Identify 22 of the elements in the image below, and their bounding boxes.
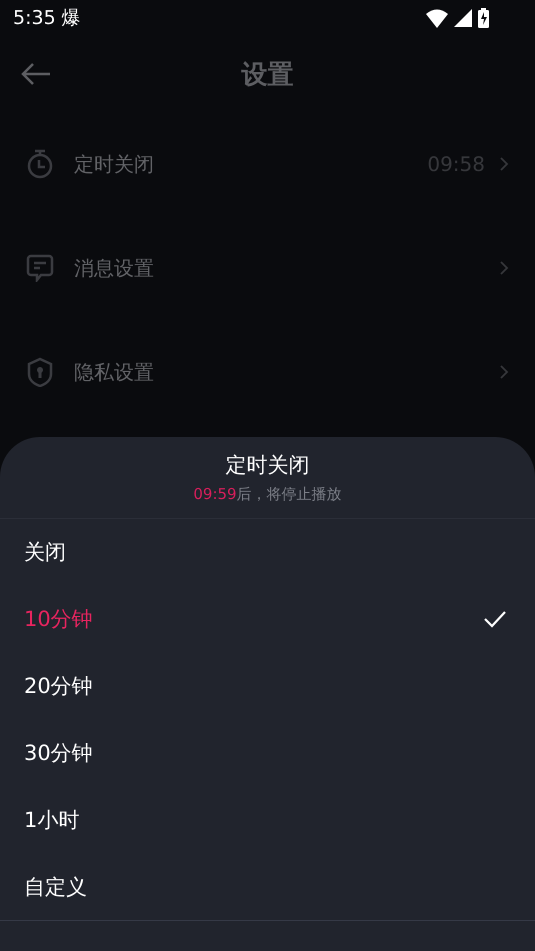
battery-icon (478, 8, 489, 28)
timer-icon (26, 148, 54, 180)
timer-option[interactable]: 1小时 (0, 786, 535, 854)
check-icon (483, 610, 507, 628)
timer-option[interactable]: 10分钟 (0, 586, 535, 653)
message-icon (26, 254, 54, 282)
chevron-icon (499, 260, 509, 276)
timer-option[interactable]: 20分钟 (0, 652, 535, 720)
page-title: 设置 (242, 58, 294, 92)
timer-option[interactable]: 关闭 (0, 518, 535, 586)
timer-option[interactable]: 自定义 (0, 853, 535, 920)
sheet-subtitle: 09:59后，将停止播放 (193, 484, 342, 504)
chevron-icon (499, 156, 509, 172)
timer-option[interactable]: 30分钟 (0, 719, 535, 786)
wifi-icon (426, 8, 448, 28)
chevron-icon (499, 364, 509, 380)
signal-icon (454, 9, 472, 27)
sheet-title: 定时关闭 (226, 452, 310, 479)
notification-glyph: 爆 (62, 6, 81, 31)
status-time: 5:35 (13, 7, 56, 29)
shield-lock-icon (26, 357, 54, 387)
back-arrow-icon[interactable] (20, 62, 52, 86)
